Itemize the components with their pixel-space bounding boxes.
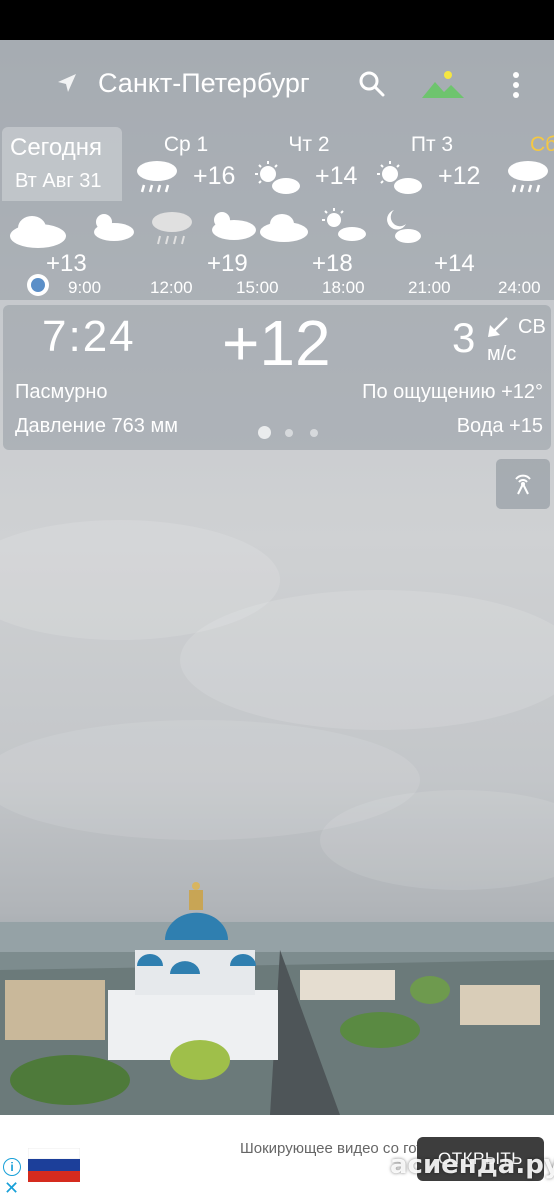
hour-temp: +14 (434, 250, 475, 277)
sun-cloud-icon (322, 208, 366, 241)
day-name-sat[interactable]: Сб (530, 133, 554, 157)
sun-cloud-icon (255, 161, 300, 194)
rain-cloud-icon (137, 161, 177, 193)
today-date[interactable]: Вт Авг 31 (15, 170, 101, 193)
hour-time: 21:00 (408, 278, 451, 297)
hour-temp: +13 (46, 250, 87, 277)
day-name-thu[interactable]: Чт 2 (269, 133, 349, 157)
landscape-icon[interactable] (420, 70, 466, 100)
more-options-icon[interactable] (506, 70, 526, 100)
day-temp-thu: +14 (315, 162, 358, 190)
day-name-wed[interactable]: Ср 1 (146, 133, 226, 157)
watermark: асиенда.ру (390, 1150, 554, 1180)
search-icon[interactable] (358, 70, 386, 98)
hour-temp: +19 (207, 250, 248, 277)
city-background-photo (0, 882, 554, 1115)
day-name-fri[interactable]: Пт 3 (392, 133, 472, 157)
wind-unit: м/с (487, 343, 517, 365)
day-temp-wed: +16 (193, 162, 236, 190)
status-bar (0, 0, 554, 40)
wind-speed: 3 (452, 314, 476, 361)
cloud-icon (260, 214, 308, 242)
hour-time: 15:00 (236, 278, 279, 297)
water-temperature: Вода +15 (456, 415, 543, 437)
city-name[interactable]: Санкт-Петербург (98, 68, 310, 99)
ad-info-icon[interactable]: i (3, 1158, 21, 1176)
pressure: Давление 763 мм (15, 415, 178, 437)
cloud-background (0, 520, 554, 890)
page-indicator-dot[interactable] (310, 429, 318, 437)
page-indicator-dot[interactable] (285, 429, 293, 437)
moon-cloud-icon (387, 210, 421, 243)
hour-time: 9:00 (68, 278, 102, 297)
wind-direction: СВ (518, 316, 546, 338)
sun-cloud-icon (94, 214, 134, 241)
rain-cloud-icon (152, 212, 192, 245)
hour-time: 18:00 (322, 278, 365, 297)
sun-cloud-icon (377, 161, 422, 194)
today-label[interactable]: Сегодня (10, 134, 102, 162)
russian-flag-icon (28, 1148, 80, 1182)
page-indicator-dot-active[interactable] (258, 426, 271, 439)
hour-time: 12:00 (150, 278, 193, 297)
feels-like: По ощущению +12° (362, 381, 543, 403)
hour-time: 24:00 (498, 278, 541, 297)
current-time: 7:24 (42, 312, 136, 361)
cloud-icon (10, 216, 66, 248)
hour-temp: +18 (312, 250, 353, 277)
wind-direction-icon (488, 317, 508, 337)
rain-cloud-icon (508, 161, 548, 193)
ad-close-icon[interactable]: ✕ (4, 1178, 19, 1199)
current-temperature: +12 (222, 307, 331, 379)
condition-text: Пасмурно (15, 381, 108, 403)
day-temp-fri: +12 (438, 162, 481, 190)
location-arrow-icon[interactable] (54, 70, 80, 96)
